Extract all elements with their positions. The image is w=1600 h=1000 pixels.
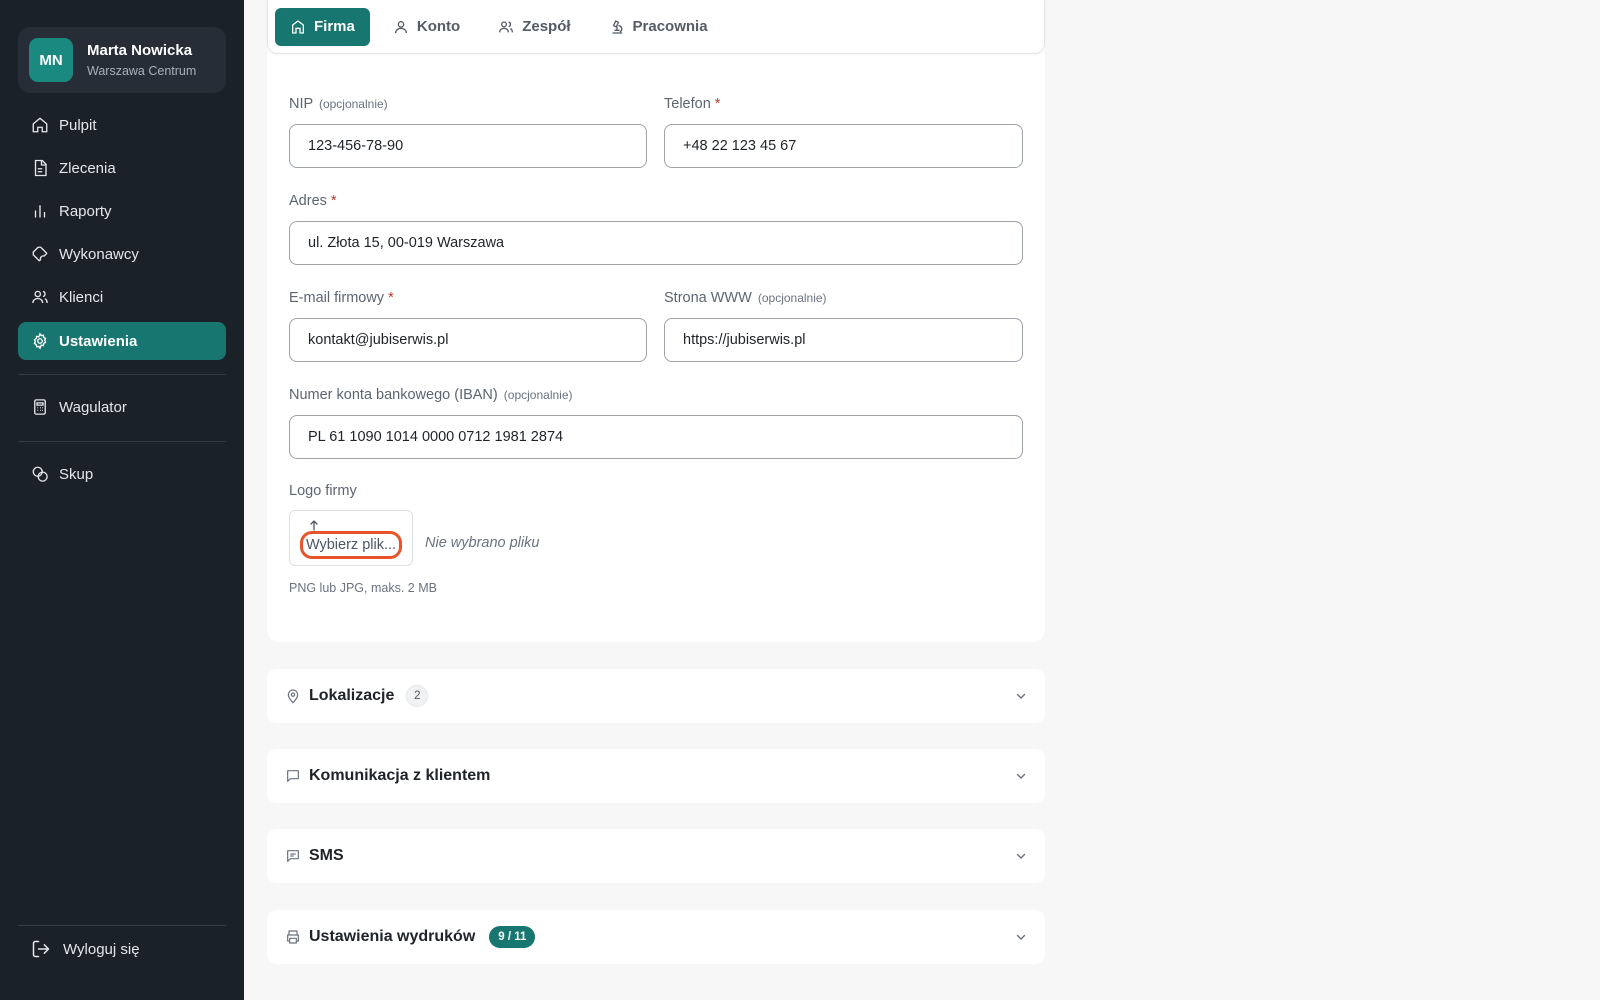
sidebar-item-label: Zlecenia — [59, 159, 116, 177]
section-title: Ustawienia wydruków — [309, 928, 476, 945]
sidebar-divider — [18, 441, 226, 442]
calculator-icon — [34, 399, 46, 415]
logout-button[interactable]: Wyloguj się — [18, 930, 226, 968]
section-title: Lokalizacje — [309, 687, 395, 704]
tab-label: Pracownia — [632, 18, 708, 35]
printer-icon — [287, 930, 299, 944]
user-name: Marta Nowicka — [87, 42, 193, 59]
section-ustawienia-wydrukow[interactable]: Ustawienia wydruków 9 / 11 — [267, 910, 1045, 964]
microscope-icon — [611, 19, 622, 34]
progress-badge: 9 / 11 — [489, 926, 536, 948]
logout-icon — [32, 940, 50, 958]
tab-zespol[interactable]: Zespół — [483, 8, 585, 46]
sidebar-item-label: Raporty — [59, 202, 112, 220]
chevron-down-icon — [1016, 693, 1026, 699]
sidebar: MN Marta Nowicka Warszawa Centrum Pulpit… — [0, 0, 244, 1000]
phone-label: Telefon * — [664, 96, 721, 112]
choose-file-button[interactable]: Wybierz plik... — [300, 531, 402, 559]
file-status: Nie wybrano pliku — [425, 535, 540, 551]
settings-tabs: Firma Konto Zespół Pracownia — [267, 0, 1045, 54]
logout-label: Wyloguj się — [63, 940, 140, 958]
users-icon — [32, 290, 48, 304]
sidebar-item-label: Wykonawcy — [59, 245, 139, 263]
file-hint: PNG lub JPG, maks. 2 MB — [289, 581, 437, 595]
chevron-down-icon — [1016, 773, 1026, 779]
avatar: MN — [29, 38, 73, 82]
building-icon — [292, 19, 304, 34]
sidebar-item-label: Pulpit — [59, 116, 97, 134]
tab-pracownia[interactable]: Pracownia — [594, 8, 723, 46]
address-input[interactable] — [289, 221, 1023, 265]
chevron-down-icon — [1016, 853, 1026, 859]
sidebar-divider — [18, 925, 226, 926]
logo-file-picker[interactable]: Wybierz plik... — [289, 510, 413, 566]
map-pin-icon — [287, 689, 299, 704]
sidebar-item-label: Klienci — [59, 288, 104, 306]
tab-konto[interactable]: Konto — [378, 8, 475, 46]
home-icon — [32, 117, 48, 133]
email-label: E-mail firmowy * — [289, 290, 394, 306]
count-badge: 2 — [406, 685, 429, 707]
coins-icon — [32, 466, 48, 482]
user-location: Warszawa Centrum — [87, 64, 197, 78]
sidebar-item-wagulator[interactable]: Wagulator — [18, 388, 226, 426]
website-input[interactable] — [664, 318, 1023, 362]
section-sms[interactable]: SMS — [267, 829, 1045, 883]
message-icon — [287, 850, 299, 862]
sidebar-item-label: Wagulator — [59, 398, 127, 416]
user-profile-card[interactable]: MN Marta Nowicka Warszawa Centrum — [18, 27, 226, 93]
phone-input[interactable] — [664, 124, 1023, 168]
chevron-down-icon — [1016, 934, 1026, 940]
sidebar-item-raporty[interactable]: Raporty — [18, 192, 226, 230]
section-title: SMS — [309, 847, 344, 864]
tab-firma[interactable]: Firma — [275, 7, 370, 46]
sidebar-item-skup[interactable]: Skup — [18, 455, 226, 493]
sidebar-item-wykonawcy[interactable]: Wykonawcy — [18, 235, 226, 273]
iban-label: Numer konta bankowego (IBAN) (opcjonalni… — [289, 387, 573, 403]
tab-label: Zespół — [522, 18, 571, 35]
sidebar-item-ustawienia[interactable]: Ustawienia — [18, 322, 226, 360]
bar-chart-icon — [34, 205, 46, 218]
sidebar-divider — [18, 374, 226, 375]
address-label: Adres * — [289, 193, 337, 209]
wrench-icon — [32, 246, 48, 262]
upload-icon — [310, 520, 318, 531]
section-lokalizacje[interactable]: Lokalizacje 2 — [267, 669, 1045, 723]
website-label: Strona WWW (opcjonalnie) — [664, 290, 827, 306]
sidebar-item-zlecenia[interactable]: Zlecenia — [18, 149, 226, 187]
company-form-card: NIP (opcjonalnie) Telefon* Adres* E-mail… — [267, 0, 1045, 642]
gear-icon — [33, 332, 47, 350]
team-icon — [499, 20, 514, 32]
section-title: Komunikacja z klientem — [309, 767, 491, 784]
sidebar-item-label: Ustawienia — [59, 332, 138, 350]
section-komunikacja[interactable]: Komunikacja z klientem — [267, 749, 1045, 803]
logo-label: Logo firmy — [289, 483, 357, 499]
document-icon — [34, 159, 47, 177]
chat-icon — [287, 770, 299, 782]
nip-input[interactable] — [289, 124, 647, 168]
nip-label: NIP (opcjonalnie) — [289, 96, 388, 112]
tab-label: Konto — [416, 18, 461, 35]
user-icon — [394, 20, 407, 33]
email-input[interactable] — [289, 318, 647, 362]
sidebar-item-pulpit[interactable]: Pulpit — [18, 106, 226, 144]
sidebar-item-label: Skup — [59, 465, 94, 483]
sidebar-item-klienci[interactable]: Klienci — [18, 278, 226, 316]
tab-label: Firma — [314, 18, 355, 35]
iban-input[interactable] — [289, 415, 1023, 459]
